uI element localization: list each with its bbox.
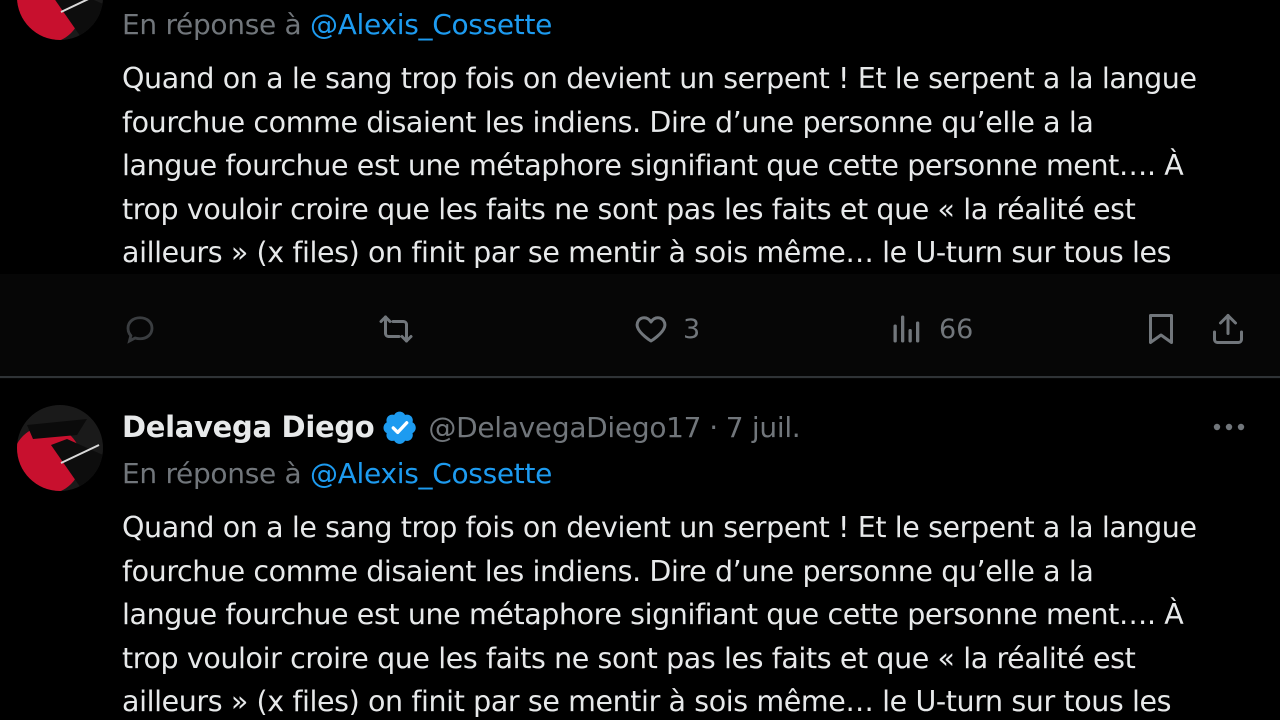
- avatar[interactable]: [17, 405, 103, 491]
- retweet-icon: [379, 315, 413, 343]
- reply-context: En réponse à @Alexis_Cossette: [122, 8, 552, 41]
- display-name[interactable]: Delavega Diego: [122, 410, 375, 444]
- share-button[interactable]: [1210, 299, 1246, 359]
- reply-prefix: En réponse à: [122, 8, 310, 41]
- reply-mention-link[interactable]: @Alexis_Cossette: [310, 457, 552, 490]
- text-line: ailleurs » (x files) on finit par se men…: [122, 236, 1172, 269]
- text-line: trop vouloir croire que les faits ne son…: [122, 641, 1136, 675]
- reply-mention-link[interactable]: @Alexis_Cossette: [310, 8, 552, 41]
- reply-button[interactable]: [122, 299, 158, 359]
- reply-context: En réponse à @Alexis_Cossette: [122, 457, 552, 490]
- user-handle[interactable]: @DelavegaDiego17: [428, 411, 701, 444]
- timeline: En réponse à @Alexis_Cossette Quand on a…: [0, 0, 1280, 720]
- tweet-text: Quand on a le sang trop fois on devient …: [122, 506, 1262, 720]
- more-button[interactable]: [1205, 407, 1253, 447]
- views-button[interactable]: 66: [889, 299, 973, 359]
- tweet-actions: 3 66: [0, 299, 1280, 359]
- separator-dot: ·: [709, 410, 718, 444]
- tweet-text: Quand on a le sang trop fois on devient …: [122, 57, 1262, 275]
- text-line: Quand on a le sang trop fois on devient …: [122, 62, 1197, 95]
- views-icon: [893, 315, 920, 343]
- text-line: langue fourchue est une métaphore signif…: [122, 149, 1184, 182]
- views-count: 66: [939, 313, 974, 345]
- like-button[interactable]: 3: [633, 299, 700, 359]
- tweet-1[interactable]: En réponse à @Alexis_Cossette Quand on a…: [0, 0, 1280, 379]
- avatar[interactable]: [17, 0, 103, 40]
- verified-badge-icon[interactable]: [382, 409, 418, 445]
- text-line: Quand on a le sang trop fois on devient …: [122, 511, 1197, 544]
- bookmark-button[interactable]: [1143, 299, 1179, 359]
- text-line: fourchue comme disaient les indiens. Dir…: [122, 105, 1094, 139]
- tweet-date[interactable]: 7 juil.: [726, 411, 801, 444]
- avatar-image: [17, 405, 103, 491]
- reply-icon: [126, 316, 154, 344]
- text-line: langue fourchue est une métaphore signif…: [122, 598, 1184, 631]
- tweet-header: Delavega Diego @DelavegaDiego17 · 7 juil…: [122, 407, 801, 447]
- text-line: fourchue comme disaient les indiens. Dir…: [122, 554, 1094, 588]
- tweet-2[interactable]: Delavega Diego @DelavegaDiego17 · 7 juil…: [0, 378, 1280, 720]
- more-icon: [1213, 423, 1245, 431]
- bookmark-icon: [1149, 314, 1173, 344]
- heart-icon: [635, 316, 667, 343]
- text-line: ailleurs » (x files) on finit par se men…: [122, 685, 1172, 718]
- like-count: 3: [683, 313, 701, 345]
- share-icon: [1213, 314, 1243, 344]
- reply-prefix: En réponse à: [122, 457, 310, 490]
- text-line: trop vouloir croire que les faits ne son…: [122, 192, 1136, 226]
- avatar-image: [17, 0, 103, 40]
- retweet-button[interactable]: [378, 299, 414, 359]
